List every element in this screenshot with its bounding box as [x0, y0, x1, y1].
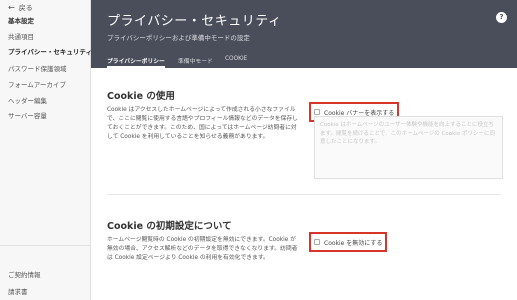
tab-maintenance-mode[interactable]: 準備中モード — [178, 56, 213, 65]
page-subtitle: プライバシーポリシーおよび準備中モードの設定 — [107, 34, 250, 42]
sidebar-heading-basic-settings: 基本設定 — [8, 17, 34, 25]
page-header: プライバシー・セキュリティ プライバシーポリシーおよび準備中モードの設定 ? プ… — [91, 0, 517, 68]
checkbox-box[interactable] — [314, 239, 320, 245]
cookie-usage-title: Cookie の使用 — [107, 91, 175, 102]
sidebar-item-common[interactable]: 共通項目 — [8, 32, 34, 42]
disable-cookie-checkbox[interactable]: Cookie を無効にする — [308, 232, 388, 252]
sidebar-item-contract-info[interactable]: ご契約情報 — [8, 270, 41, 280]
sidebar-item-invoice[interactable]: 請求書 — [8, 287, 28, 297]
sidebar-item-privacy-security[interactable]: プライバシー・セキュリティ — [8, 47, 92, 57]
tab-cookie[interactable]: COOKIE — [225, 56, 247, 62]
checkbox-box[interactable] — [314, 109, 320, 115]
sidebar: ← 戻る 基本設定 共通項目 プライバシー・セキュリティ パスワード保護領域 フ… — [0, 0, 92, 300]
disable-cookie-label: Cookie を無効にする — [324, 239, 383, 247]
sidebar-divider — [0, 245, 90, 246]
sidebar-item-form-archive[interactable]: フォームアーカイブ — [8, 80, 66, 90]
sidebar-item-server-capacity[interactable]: サーバー容量 — [8, 111, 47, 121]
sidebar-item-header-edit[interactable]: ヘッダー編集 — [8, 96, 47, 106]
cookie-default-title: Cookie の初期設定について — [107, 221, 232, 232]
page-title: プライバシー・セキュリティ — [107, 14, 282, 29]
cookie-usage-description: Cookie はアクセスしたホームページによって作成される小さなファイルで、ここ… — [107, 107, 298, 140]
help-icon[interactable]: ? — [496, 12, 507, 23]
back-label: 戻る — [18, 3, 33, 12]
cookie-banner-text-field[interactable]: Cookie はホームページのユーザー体験や機能を向上することに役立ちます。閲覧… — [314, 116, 503, 179]
main-content: Cookie の使用 Cookie はアクセスしたホームページによって作成される… — [91, 68, 517, 300]
sidebar-item-password-protected[interactable]: パスワード保護領域 — [8, 64, 67, 74]
section-divider — [107, 194, 501, 195]
tab-privacy-policy[interactable]: プライバシーポリシー — [107, 56, 165, 65]
arrow-left-icon: ← — [8, 3, 15, 12]
back-link[interactable]: ← 戻る — [8, 2, 33, 13]
cookie-default-description: ホームページ閲覧時の Cookie の初期設定を無効にできます。Cookie が… — [107, 237, 298, 261]
